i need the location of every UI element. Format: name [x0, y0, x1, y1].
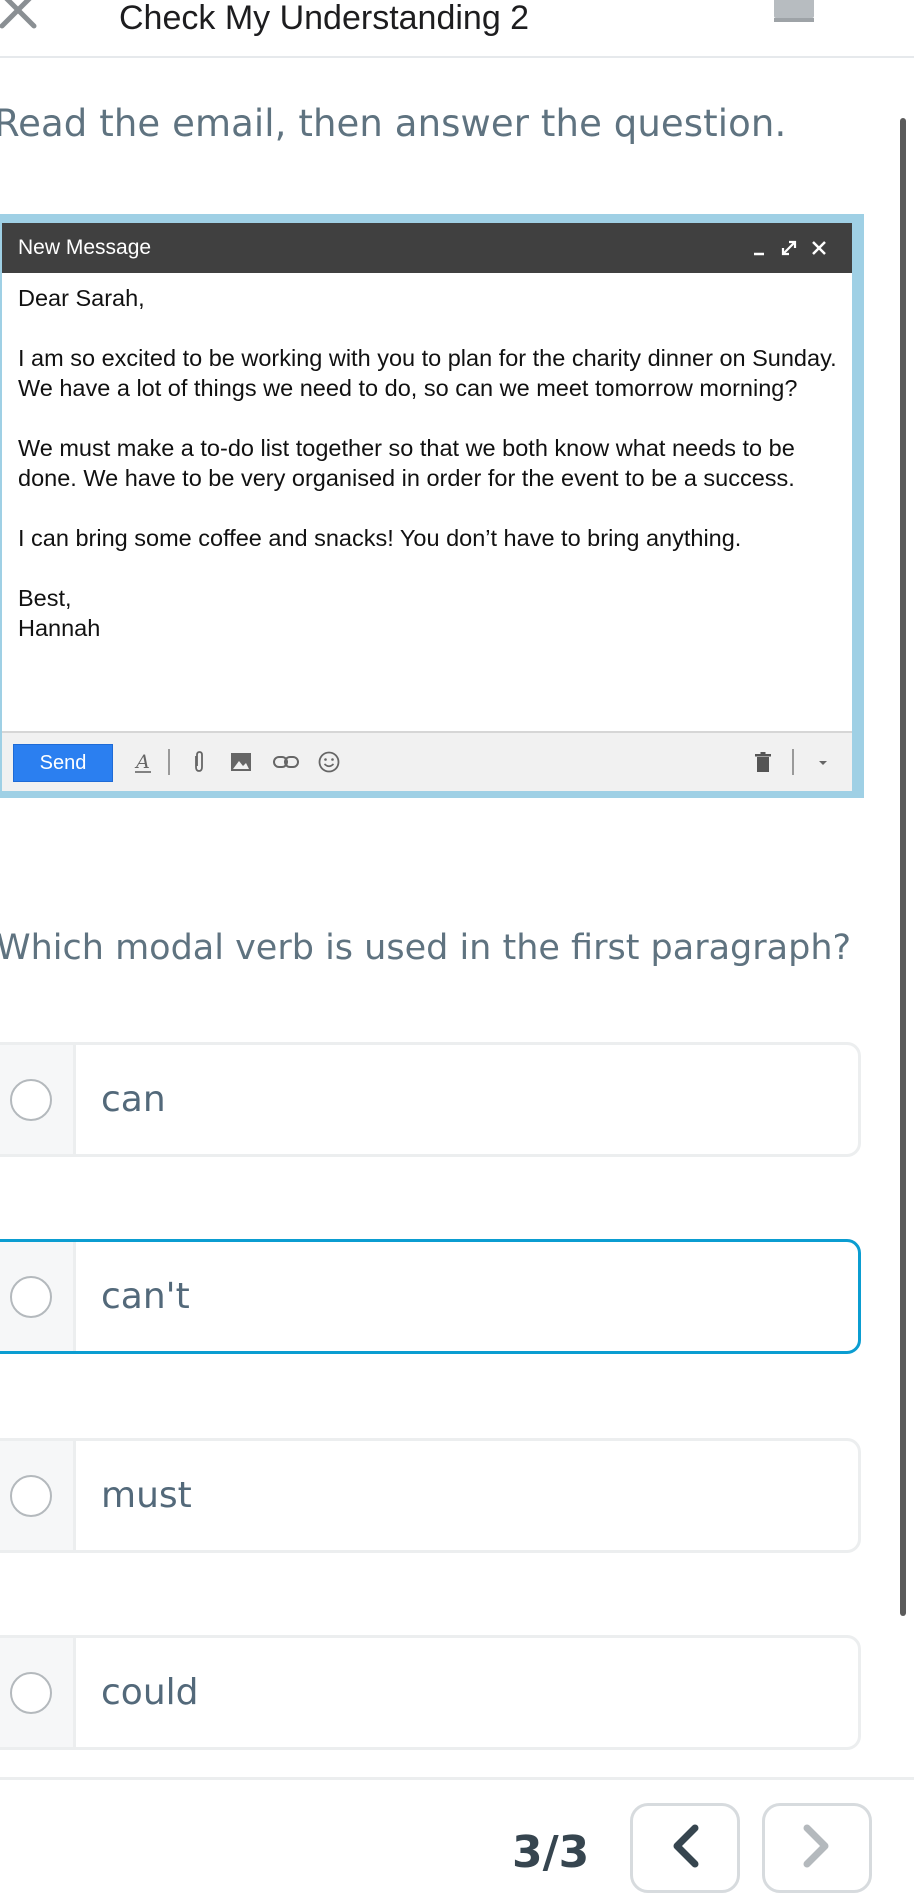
answer-option-must[interactable]: must — [0, 1438, 861, 1553]
svg-text:A: A — [134, 751, 150, 773]
answer-option-label: can't — [101, 1275, 190, 1317]
email-signoff: Best, — [18, 585, 72, 611]
radio-cell — [0, 1242, 76, 1351]
close-icon — [812, 241, 826, 255]
email-window-title: New Message — [18, 236, 152, 259]
question-text: Which modal verb is used in the first pa… — [0, 928, 852, 968]
radio-button[interactable] — [10, 1671, 52, 1714]
more-options-button[interactable] — [810, 749, 836, 775]
top-bar: Check My Understanding 2 A-Z — [0, 0, 914, 58]
glossary-book-icon: A-Z — [774, 0, 814, 22]
answer-option-cant[interactable]: can't — [0, 1239, 861, 1354]
answer-option-can[interactable]: can — [0, 1042, 861, 1157]
link-button[interactable] — [272, 749, 299, 775]
text-format-icon: A — [134, 751, 151, 773]
radio-button[interactable] — [10, 1078, 52, 1121]
email-greeting: Dear Sarah, — [18, 285, 145, 311]
insert-photo-icon — [231, 753, 251, 771]
email-body: Dear Sarah, I am so excited to be workin… — [18, 283, 838, 643]
close-email-button[interactable] — [808, 237, 830, 259]
answer-option-label: must — [101, 1474, 192, 1516]
emoji-button[interactable] — [316, 749, 342, 775]
answer-option-could[interactable]: could — [0, 1635, 861, 1750]
radio-button[interactable] — [10, 1474, 52, 1517]
attach-icon — [195, 751, 203, 772]
radio-button[interactable] — [10, 1275, 52, 1318]
text-format-button[interactable]: A — [130, 749, 156, 775]
answer-option-label: can — [101, 1078, 166, 1120]
attach-button[interactable] — [186, 749, 212, 775]
chevron-right-icon — [803, 1824, 829, 1868]
footer-divider — [0, 1777, 914, 1780]
email-paragraph-3: I can bring some coffee and snacks! You … — [18, 525, 742, 551]
close-icon — [0, 0, 37, 29]
answer-option-label: could — [101, 1671, 199, 1713]
send-button[interactable]: Send — [13, 744, 113, 782]
close-button[interactable] — [0, 0, 44, 36]
email-toolbar: Send A — [2, 731, 852, 791]
more-options-icon — [819, 761, 827, 765]
trash-icon — [755, 752, 771, 772]
trash-button[interactable] — [750, 749, 776, 775]
radio-cell — [0, 1045, 76, 1154]
scrollbar[interactable] — [900, 118, 906, 1616]
link-icon — [273, 756, 299, 768]
expand-icon — [781, 240, 797, 256]
email-signature: Hannah — [18, 615, 101, 641]
email-header: New Message — [2, 223, 852, 273]
glossary-button[interactable]: A-Z — [772, 0, 816, 24]
question-progress: 3/3 — [512, 1827, 590, 1878]
insert-photo-button[interactable] — [228, 749, 254, 775]
expand-button[interactable] — [778, 237, 800, 259]
chevron-left-icon — [673, 1824, 699, 1868]
radio-cell — [0, 1441, 76, 1550]
email-card: New Message Dear Sarah, I am so excited … — [0, 214, 864, 798]
email-window: New Message Dear Sarah, I am so excited … — [2, 223, 852, 791]
emoji-icon — [318, 751, 340, 773]
minimize-icon — [754, 252, 764, 256]
previous-button[interactable] — [630, 1803, 740, 1893]
minimize-button[interactable] — [749, 237, 771, 259]
page-title: Check My Understanding 2 — [119, 0, 530, 37]
instruction-text: Read the email, then answer the question… — [0, 102, 787, 145]
toolbar-separator — [792, 749, 794, 775]
next-button[interactable] — [762, 1803, 872, 1893]
toolbar-separator — [168, 749, 170, 775]
radio-cell — [0, 1638, 76, 1747]
email-paragraph-2: We must make a to-do list together so th… — [18, 435, 795, 491]
email-paragraph-1: I am so excited to be working with you t… — [18, 345, 837, 401]
